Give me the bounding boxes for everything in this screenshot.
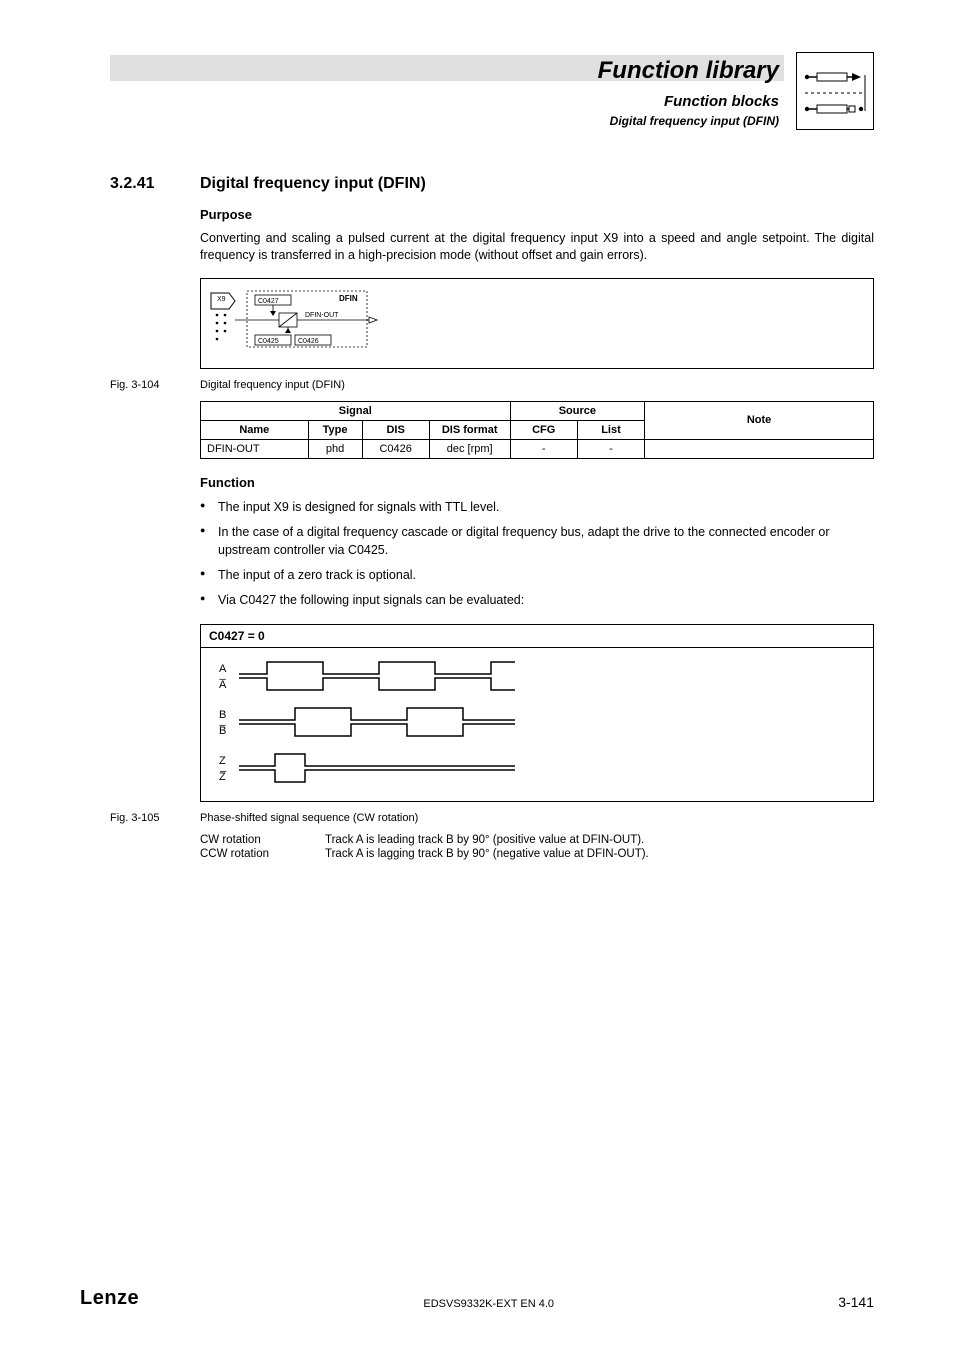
- waveform-title: C0427 = 0: [201, 625, 873, 648]
- list-item: The input of a zero track is optional.: [200, 566, 874, 585]
- th-signal: Signal: [201, 401, 511, 420]
- purpose-text: Converting and scaling a pulsed current …: [200, 230, 874, 264]
- waveform-box: C0427 = 0 A A̅ B B̅ Z Z̅: [200, 624, 874, 802]
- cell-cfg: -: [510, 439, 577, 458]
- fig-104-caption: Fig. 3-104 Digital frequency input (DFIN…: [110, 379, 874, 391]
- cell-list: -: [577, 439, 644, 458]
- cw-label: CW rotation: [200, 834, 325, 846]
- cell-dis: C0426: [362, 439, 429, 458]
- header-subtitle-1: Function blocks: [598, 92, 779, 112]
- svg-text:DFIN-OUT: DFIN-OUT: [305, 312, 339, 319]
- fig-105-caption: Fig. 3-105 Phase-shifted signal sequence…: [110, 812, 874, 824]
- page-title: Function library: [598, 55, 779, 86]
- th-source: Source: [510, 401, 645, 420]
- svg-text:C0427: C0427: [258, 298, 279, 305]
- waveform-svg: A A̅ B B̅ Z Z̅: [215, 658, 595, 788]
- th-name: Name: [201, 420, 309, 439]
- svg-text:C0425: C0425: [258, 338, 279, 345]
- list-item: Via C0427 the following input signals ca…: [200, 591, 874, 610]
- svg-text:C0426: C0426: [298, 338, 319, 345]
- section-title: Digital frequency input (DFIN): [200, 175, 426, 193]
- svg-text:A: A: [219, 663, 227, 675]
- list-item: In the case of a digital frequency casca…: [200, 523, 874, 561]
- svg-text:A̅: A̅: [219, 679, 227, 691]
- header-text-block: Function library Function blocks Digital…: [598, 55, 779, 129]
- list-item: The input X9 is designed for signals wit…: [200, 498, 874, 517]
- th-disformat: DIS format: [429, 420, 510, 439]
- brand-logo: Lenze: [80, 1287, 139, 1310]
- th-cfg: CFG: [510, 420, 577, 439]
- cell-note: [645, 439, 874, 458]
- table-row: DFIN-OUT phd C0426 dec [rpm] - -: [201, 439, 874, 458]
- footer: Lenze EDSVS9332K-EXT EN 4.0 3-141: [80, 1287, 874, 1310]
- th-list: List: [577, 420, 644, 439]
- header-subtitle-2: Digital frequency input (DFIN): [598, 114, 779, 130]
- cw-row: CW rotation Track A is leading track B b…: [200, 834, 874, 846]
- svg-text:Z̅: Z̅: [219, 771, 227, 783]
- fig-105-text: Phase-shifted signal sequence (CW rotati…: [200, 812, 418, 824]
- signal-table: Signal Source Note Name Type DIS DIS for…: [200, 401, 874, 459]
- x9-label: X9: [217, 296, 226, 303]
- document-icon: [796, 52, 874, 130]
- fig-104-text: Digital frequency input (DFIN): [200, 379, 345, 391]
- th-dis: DIS: [362, 420, 429, 439]
- function-heading: Function: [200, 475, 874, 490]
- purpose-heading: Purpose: [200, 207, 874, 222]
- document-id: EDSVS9332K-EXT EN 4.0: [423, 1298, 554, 1310]
- function-list: The input X9 is designed for signals wit…: [200, 498, 874, 610]
- th-note: Note: [645, 401, 874, 439]
- svg-text:B: B: [219, 709, 226, 721]
- ccw-row: CCW rotation Track A is lagging track B …: [200, 848, 874, 860]
- svg-text:Z: Z: [219, 755, 226, 767]
- ccw-text: Track A is lagging track B by 90° (negat…: [325, 848, 649, 860]
- block-diagram-box: X9 C0427 DFIN DFIN-OUT C: [200, 278, 874, 369]
- fig-105-label: Fig. 3-105: [110, 812, 200, 824]
- svg-text:B̅: B̅: [218, 725, 226, 737]
- svg-text:DFIN: DFIN: [339, 294, 358, 303]
- cell-name: DFIN-OUT: [201, 439, 309, 458]
- cell-disformat: dec [rpm]: [429, 439, 510, 458]
- section-heading: 3.2.41 Digital frequency input (DFIN): [110, 175, 874, 193]
- page-number: 3-141: [838, 1294, 874, 1310]
- th-type: Type: [308, 420, 362, 439]
- section-number: 3.2.41: [110, 175, 200, 193]
- ccw-label: CCW rotation: [200, 848, 325, 860]
- fig-104-label: Fig. 3-104: [110, 379, 200, 391]
- cell-type: phd: [308, 439, 362, 458]
- cw-text: Track A is leading track B by 90° (posit…: [325, 834, 644, 846]
